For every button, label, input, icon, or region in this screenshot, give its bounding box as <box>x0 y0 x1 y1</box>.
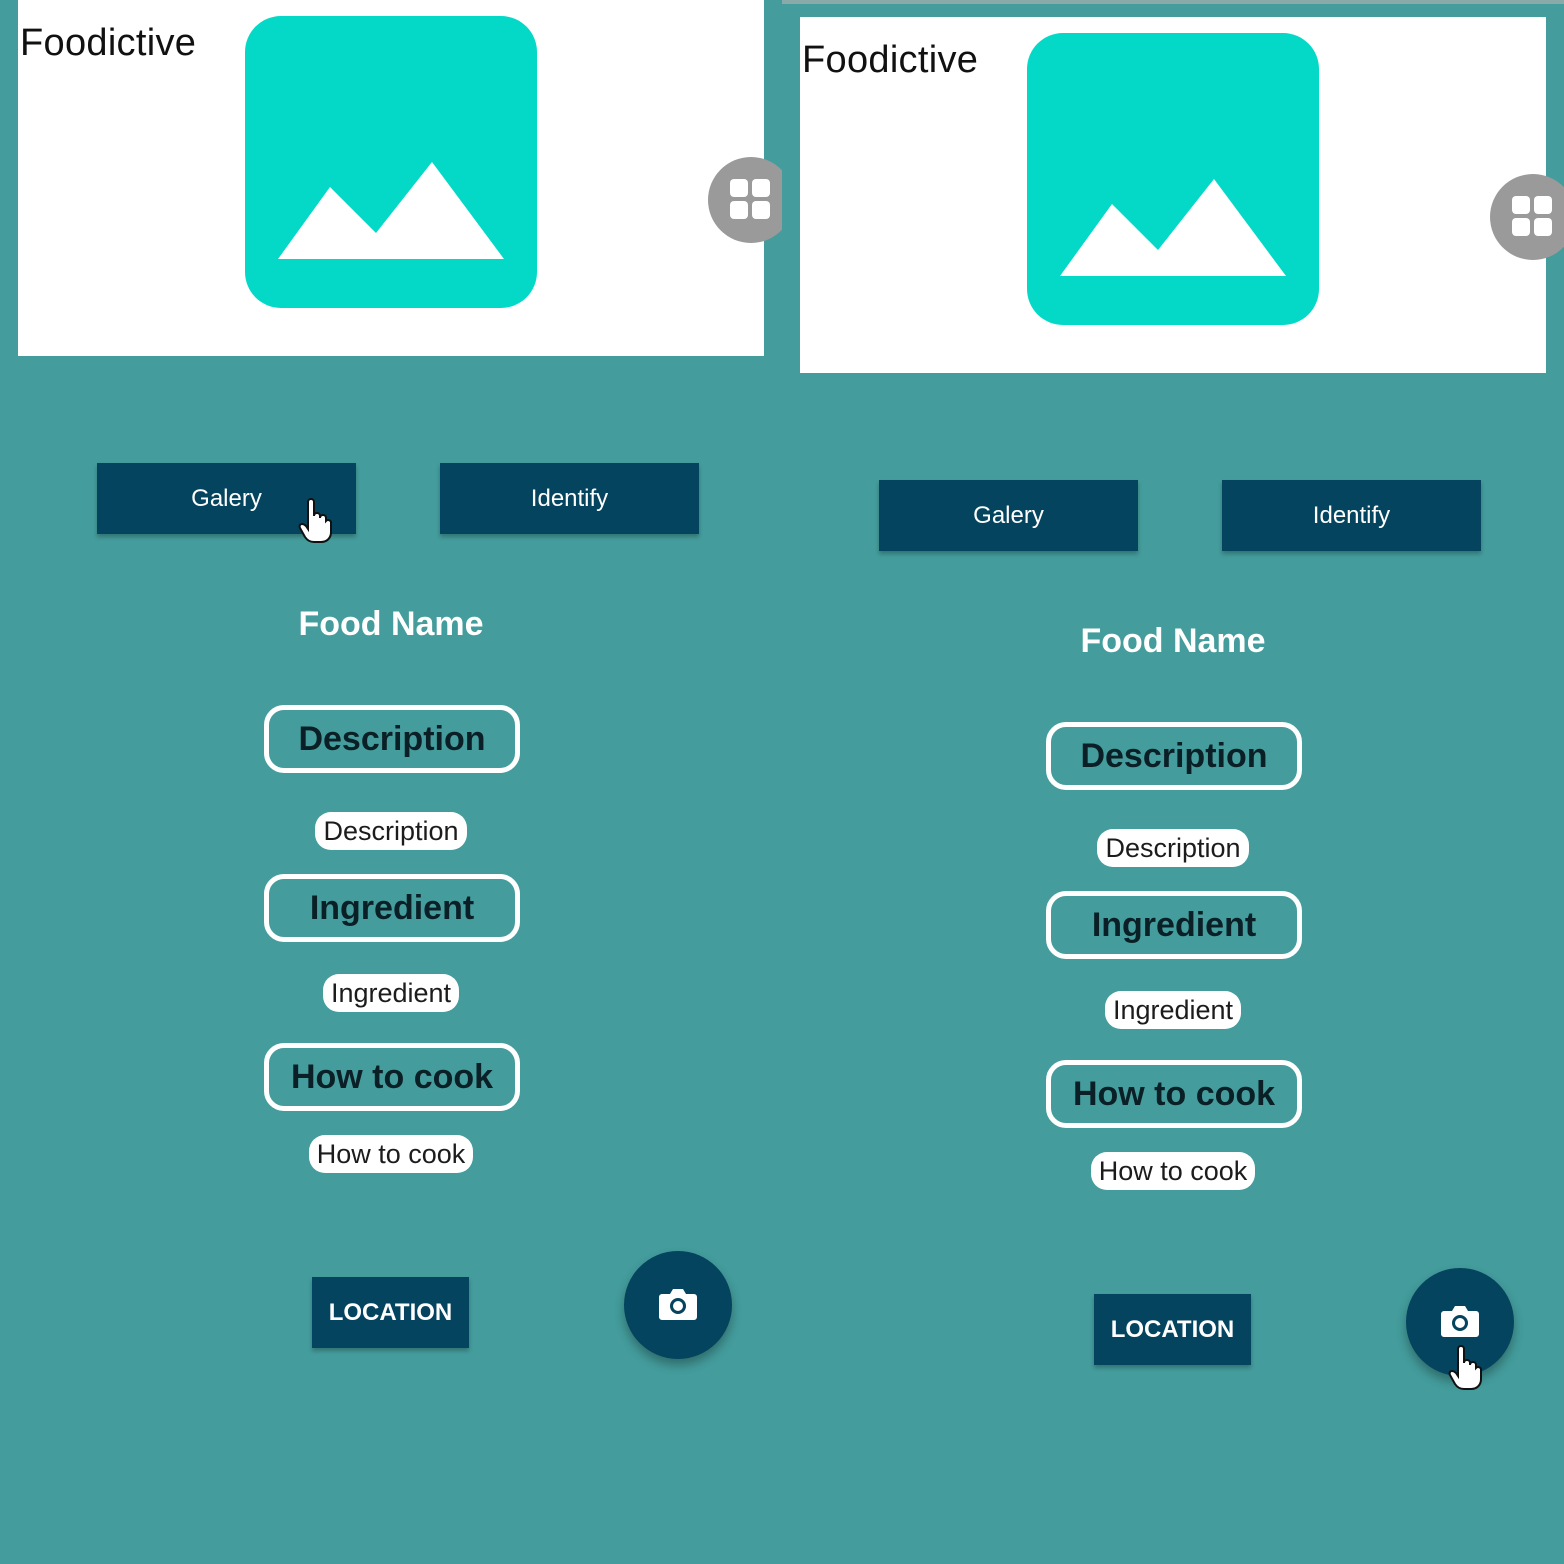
description-heading: Description <box>1046 722 1302 790</box>
ingredient-heading: Ingredient <box>264 874 520 942</box>
location-button[interactable]: LOCATION <box>312 1277 469 1348</box>
image-header: Foodictive <box>18 0 764 356</box>
app-title: Foodictive <box>20 22 197 64</box>
how-to-cook-row: How to cook <box>782 1152 1564 1190</box>
how-to-cook-row: How to cook <box>0 1135 782 1173</box>
description-heading: Description <box>264 705 520 773</box>
camera-icon <box>659 1289 697 1320</box>
screen-content: Foodictive Galery Identify Food Name Des… <box>782 17 1564 1417</box>
description-row: Description <box>782 829 1564 867</box>
camera-icon <box>1441 1306 1479 1337</box>
location-button[interactable]: LOCATION <box>1094 1294 1251 1365</box>
food-name-label: Food Name <box>298 605 484 643</box>
image-icon <box>245 16 537 308</box>
screenshot-comparison: Foodictive Galery Identify Food Name Des… <box>0 0 1564 1564</box>
food-name-label: Food Name <box>1080 622 1266 660</box>
status-divider <box>782 0 1564 4</box>
how-to-cook-text: How to cook <box>1090 1152 1256 1190</box>
how-to-cook-text: How to cook <box>308 1135 474 1173</box>
description-row: Description <box>0 812 782 850</box>
galery-button[interactable]: Galery <box>879 480 1138 551</box>
image-icon <box>1027 33 1319 325</box>
app-screen-1: Foodictive Galery Identify Food Name Des… <box>0 0 782 1564</box>
how-to-cook-heading: How to cook <box>1046 1060 1302 1128</box>
hand-pointer-icon <box>1448 1345 1482 1396</box>
ingredient-text: Ingredient <box>1104 991 1242 1029</box>
ingredient-heading: Ingredient <box>1046 891 1302 959</box>
identify-button[interactable]: Identify <box>1222 480 1481 551</box>
image-header: Foodictive <box>800 17 1546 373</box>
description-text: Description <box>315 812 467 850</box>
description-text: Description <box>1097 829 1249 867</box>
ingredient-row: Ingredient <box>782 991 1564 1029</box>
camera-button[interactable] <box>624 1251 732 1359</box>
grid-icon <box>1512 196 1552 236</box>
app-screen-2: Foodictive Galery Identify Food Name Des… <box>782 0 1564 1564</box>
ingredient-row: Ingredient <box>0 974 782 1012</box>
hand-pointer-icon <box>298 498 332 549</box>
screen-content: Foodictive Galery Identify Food Name Des… <box>0 0 782 1400</box>
identify-button[interactable]: Identify <box>440 463 699 534</box>
grid-icon <box>730 179 770 219</box>
how-to-cook-heading: How to cook <box>264 1043 520 1111</box>
ingredient-text: Ingredient <box>322 974 460 1012</box>
app-title: Foodictive <box>802 39 979 81</box>
